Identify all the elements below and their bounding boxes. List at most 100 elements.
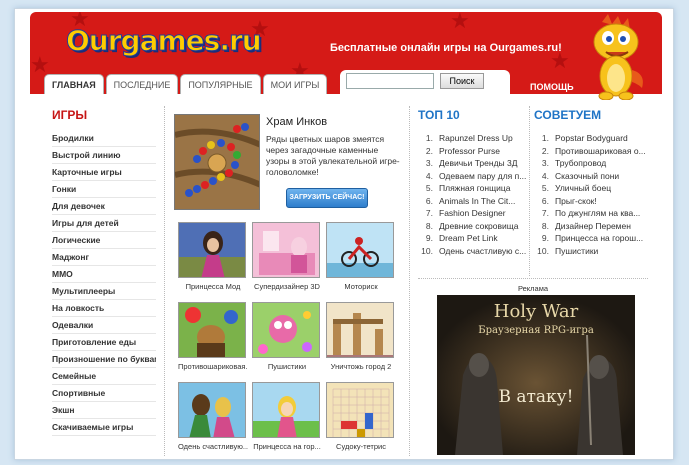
category-item[interactable]: Приготовление еды xyxy=(52,334,156,351)
ad-banner[interactable]: Holy War Браузерная RPG-игра В атаку! xyxy=(437,295,635,455)
recommended-item-label[interactable]: По джунглям на ква... xyxy=(555,208,640,218)
tab-popular[interactable]: ПОПУЛЯРНЫЕ xyxy=(180,74,261,94)
category-item[interactable]: Карточные игры xyxy=(52,164,156,181)
category-item[interactable]: Спортивные xyxy=(52,385,156,402)
game-name[interactable]: Моториск xyxy=(326,282,396,291)
recommended-item[interactable]: 3. Трубопровод xyxy=(534,157,648,170)
featured-game-title[interactable]: Храм Инков xyxy=(266,116,327,128)
top10-item-label[interactable]: Одень счастливую с... xyxy=(439,246,526,256)
download-now-button[interactable]: ЗАГРУЗИТЬ СЕЙЧАС! xyxy=(286,188,368,208)
game-thumbnail[interactable] xyxy=(252,222,320,278)
site-tagline: Бесплатные онлайн игры на Ourgames.ru! xyxy=(330,42,562,54)
category-item[interactable]: Семейные xyxy=(52,368,156,385)
top10-item[interactable]: 9. Dream Pet Link xyxy=(418,232,526,245)
game-card[interactable]: Противошариковая... xyxy=(178,302,248,371)
category-item[interactable]: Произношение по буквам xyxy=(52,351,156,368)
recommended-item[interactable]: 4. Сказочный пони xyxy=(534,170,648,183)
featured-game-description: Ряды цветных шаров змеятся через загадоч… xyxy=(266,134,400,177)
top10-item-label[interactable]: Dream Pet Link xyxy=(439,233,498,243)
category-item[interactable]: Экшн xyxy=(52,402,156,419)
top10-item[interactable]: 7. Fashion Designer xyxy=(418,207,526,220)
top10-item[interactable]: 10. Одень счастливую с... xyxy=(418,245,526,258)
site-logo[interactable]: Ourgames.ru xyxy=(66,24,263,58)
top10-item[interactable]: 4. Одеваем пару для п... xyxy=(418,170,526,183)
ad-call-to-action[interactable]: В атаку! xyxy=(437,387,635,407)
game-name[interactable]: Противошариковая... xyxy=(178,362,248,371)
top10-item-label[interactable]: Одеваем пару для п... xyxy=(439,171,526,181)
game-thumbnail[interactable] xyxy=(252,382,320,438)
recommended-item[interactable]: 9. Принцесса на горош... xyxy=(534,232,648,245)
game-card[interactable]: Принцесса на гор... xyxy=(252,382,322,451)
game-name[interactable]: Принцесса на гор... xyxy=(252,442,322,451)
category-item[interactable]: Мультиплееры xyxy=(52,283,156,300)
top10-item-label[interactable]: Древние сокровища xyxy=(439,221,519,231)
recommended-item[interactable]: 5. Уличный боец xyxy=(534,182,648,195)
recommended-item[interactable]: 7. По джунглям на ква... xyxy=(534,207,648,220)
featured-game-thumbnail[interactable] xyxy=(174,114,260,210)
top10-item-label[interactable]: Fashion Designer xyxy=(439,208,506,218)
recommended-item-label[interactable]: Противошариковая о... xyxy=(555,146,646,156)
recommended-item-label[interactable]: Трубопровод xyxy=(555,158,606,168)
game-card[interactable]: Уничтожь город 2 xyxy=(326,302,396,371)
recommended-item[interactable]: 2. Противошариковая о... xyxy=(534,145,648,158)
help-link[interactable]: ПОМОЩЬ xyxy=(530,82,574,92)
game-card[interactable]: Пушистики xyxy=(252,302,322,371)
top10-item[interactable]: 6. Animals In The Cit... xyxy=(418,195,526,208)
category-item[interactable]: Скачиваемые игры xyxy=(52,419,156,436)
top10-item[interactable]: 2. Professor Purse xyxy=(418,145,526,158)
category-item[interactable]: На ловкость xyxy=(52,300,156,317)
search-input[interactable] xyxy=(346,73,434,89)
top10-item-label[interactable]: Rapunzel Dress Up xyxy=(439,133,513,143)
top10-item-label[interactable]: Professor Purse xyxy=(439,146,500,156)
recommended-item-label[interactable]: Popstar Bodyguard xyxy=(555,133,628,143)
recommended-item[interactable]: 1. Popstar Bodyguard xyxy=(534,132,648,145)
category-item[interactable]: Гонки xyxy=(52,181,156,198)
top10-item[interactable]: 3. Девичьи Тренды 3Д xyxy=(418,157,526,170)
category-item[interactable]: Одевалки xyxy=(52,317,156,334)
recommended-item-label[interactable]: Прыг-скок! xyxy=(555,196,597,206)
category-item[interactable]: Логические xyxy=(52,232,156,249)
game-name[interactable]: Одень счастливую... xyxy=(178,442,248,451)
game-card[interactable]: Одень счастливую... xyxy=(178,382,248,451)
game-card[interactable]: Моториск xyxy=(326,222,396,291)
top10-item-label[interactable]: Девичьи Тренды 3Д xyxy=(439,158,518,168)
category-item[interactable]: Маджонг xyxy=(52,249,156,266)
category-item[interactable]: Выстрой линию xyxy=(52,147,156,164)
game-thumbnail[interactable] xyxy=(326,382,394,438)
game-name[interactable]: Судоку-тетрис xyxy=(326,442,396,451)
game-thumbnail[interactable] xyxy=(252,302,320,358)
top10-item-label[interactable]: Пляжная гонщица xyxy=(439,183,510,193)
tab-home[interactable]: ГЛАВНАЯ xyxy=(44,74,104,94)
game-card[interactable]: Супердизайнер 3D xyxy=(252,222,322,291)
game-card[interactable]: Принцесса Мод xyxy=(178,222,248,291)
game-thumbnail[interactable] xyxy=(178,302,246,358)
top10-item[interactable]: 5. Пляжная гонщица xyxy=(418,182,526,195)
top10-item-label[interactable]: Animals In The Cit... xyxy=(439,196,515,206)
top10-item[interactable]: 1. Rapunzel Dress Up xyxy=(418,132,526,145)
game-thumbnail[interactable] xyxy=(178,222,246,278)
tab-latest[interactable]: ПОСЛЕДНИЕ xyxy=(105,74,179,94)
game-card[interactable]: Судоку-тетрис xyxy=(326,382,396,451)
game-name[interactable]: Принцесса Мод xyxy=(178,282,248,291)
game-thumbnail[interactable] xyxy=(326,302,394,358)
recommended-item[interactable]: 10. Пушистики xyxy=(534,245,648,258)
game-name[interactable]: Супердизайнер 3D xyxy=(252,282,322,291)
search-button[interactable]: Поиск xyxy=(440,73,484,89)
recommended-item[interactable]: 8. Дизайнер Перемен xyxy=(534,220,648,233)
category-item[interactable]: Для девочек xyxy=(52,198,156,215)
recommended-item-label[interactable]: Пушистики xyxy=(555,246,598,256)
category-item[interactable]: ММО xyxy=(52,266,156,283)
recommended-item-label[interactable]: Дизайнер Перемен xyxy=(555,221,631,231)
recommended-item[interactable]: 6. Прыг-скок! xyxy=(534,195,648,208)
recommended-item-label[interactable]: Сказочный пони xyxy=(555,171,619,181)
recommended-item-label[interactable]: Принцесса на горош... xyxy=(555,233,643,243)
game-name[interactable]: Уничтожь город 2 xyxy=(326,362,396,371)
category-item[interactable]: Игры для детей xyxy=(52,215,156,232)
top10-item[interactable]: 8. Древние сокровища xyxy=(418,220,526,233)
recommended-item-label[interactable]: Уличный боец xyxy=(555,183,611,193)
game-thumbnail[interactable] xyxy=(178,382,246,438)
game-thumbnail[interactable] xyxy=(326,222,394,278)
category-item[interactable]: Бродилки xyxy=(52,130,156,147)
game-name[interactable]: Пушистики xyxy=(252,362,322,371)
tab-my-games[interactable]: МОИ ИГРЫ xyxy=(262,74,328,94)
